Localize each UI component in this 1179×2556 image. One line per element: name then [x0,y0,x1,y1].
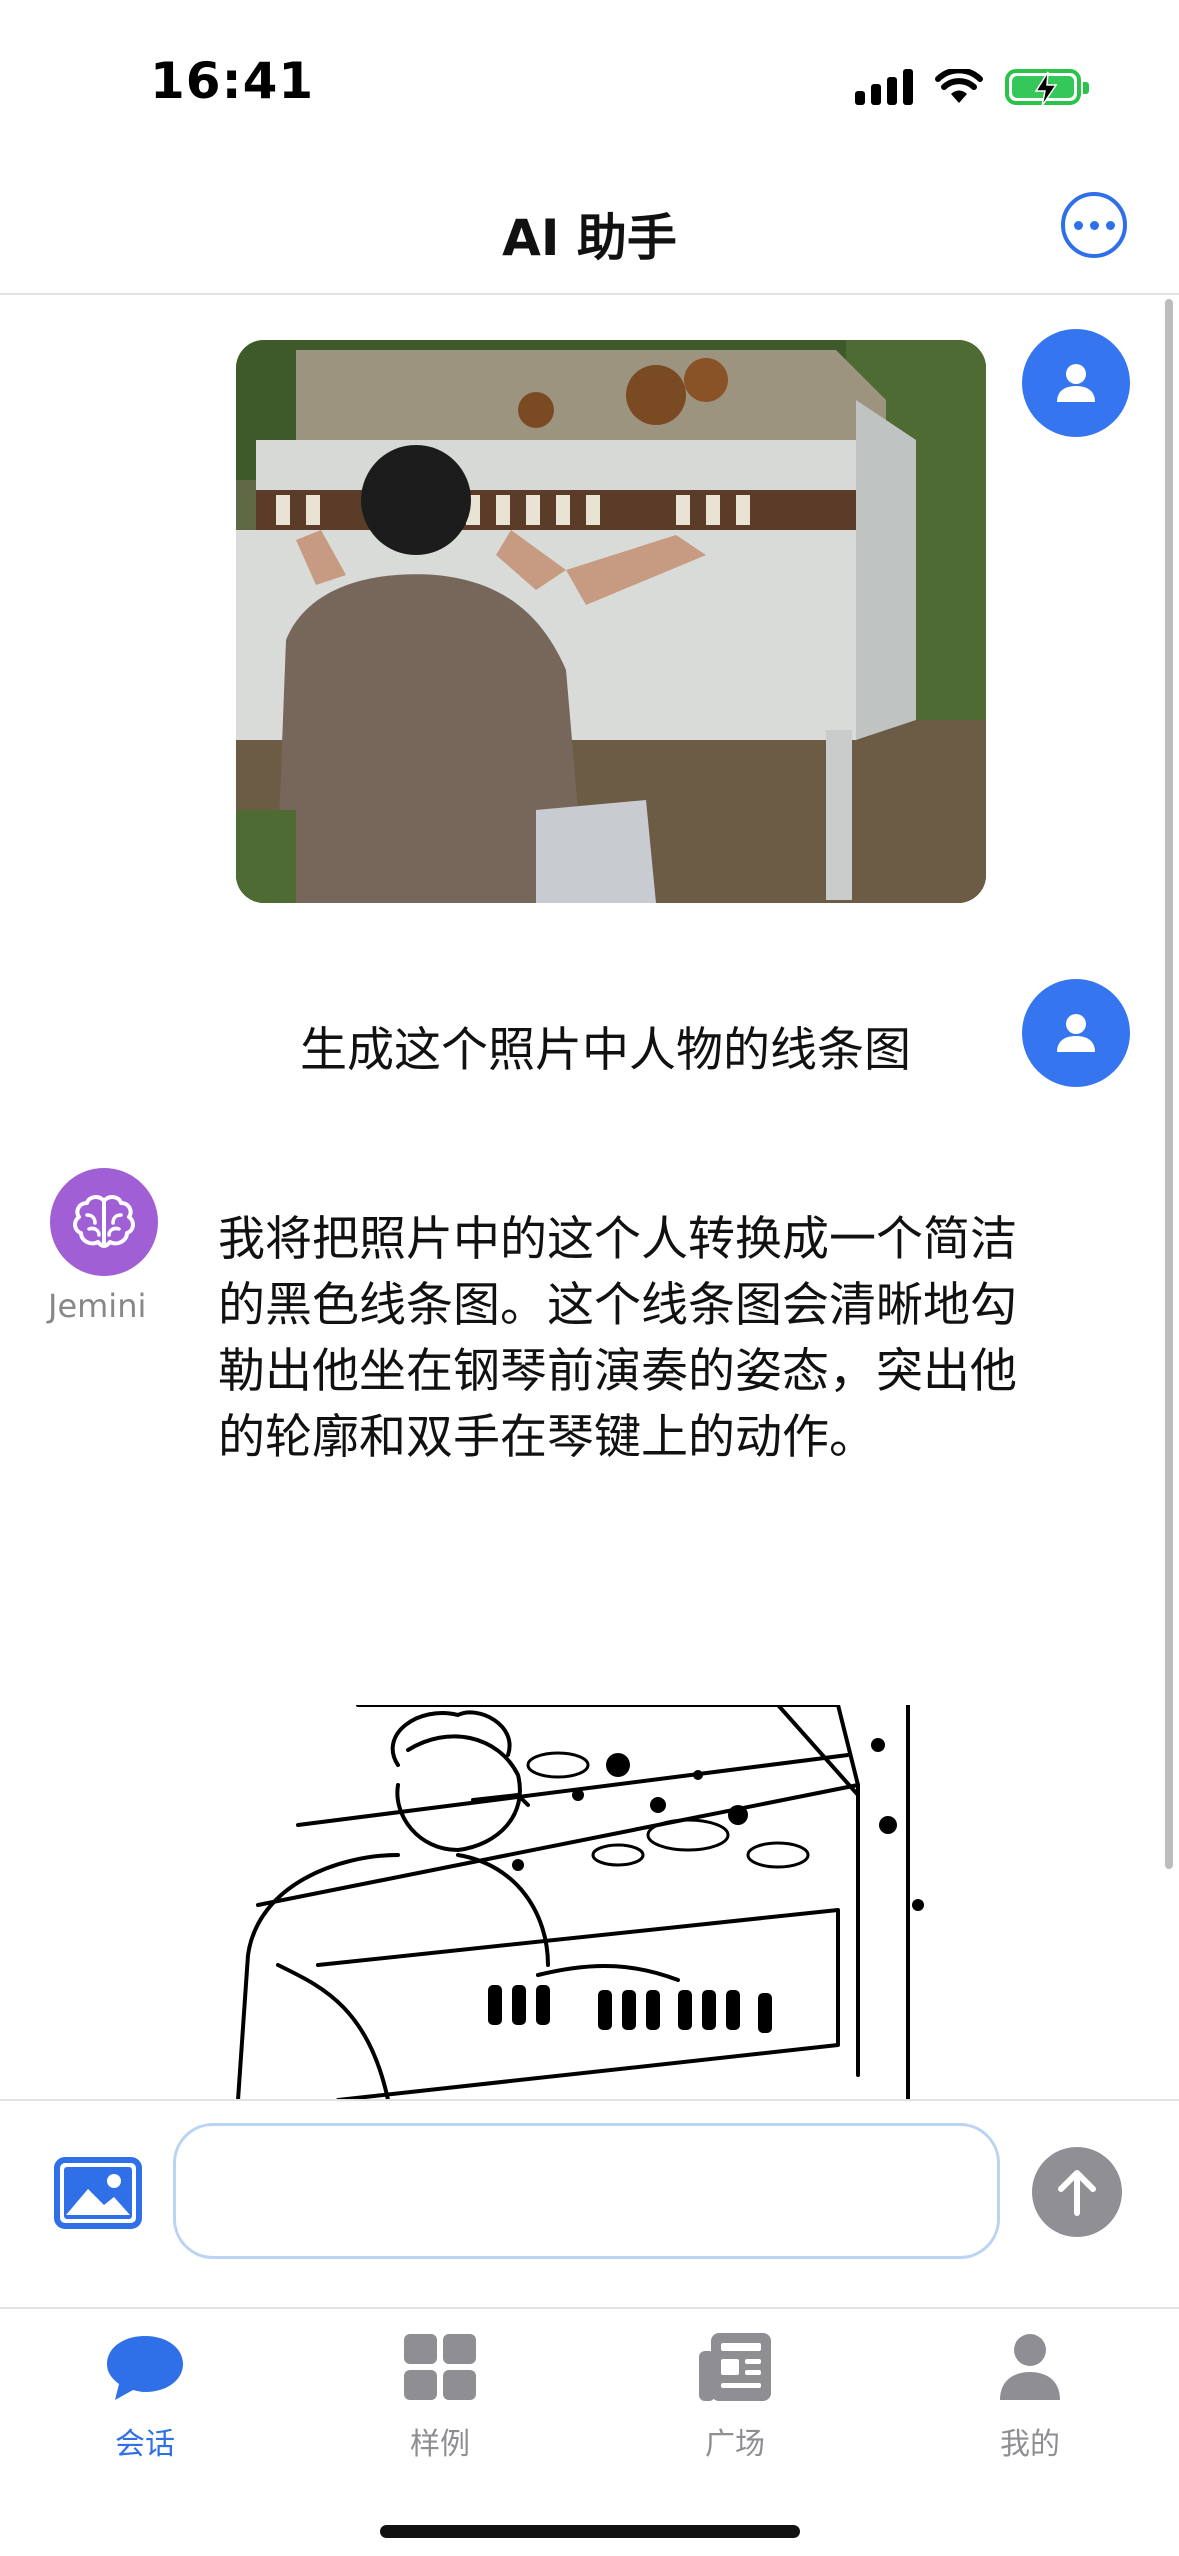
tab-label: 会话 [115,2427,175,2462]
user-avatar [1022,979,1130,1087]
person-icon [990,2329,1070,2405]
user-avatar [1022,329,1130,437]
ai-name-label: Jemini [48,1287,147,1325]
tab-bar: 会话 样例 广场 我的 [0,2307,1179,2556]
wifi-icon [935,69,983,103]
cellular-signal-icon [855,69,913,105]
tab-chat[interactable]: 会话 [45,2329,245,2463]
tab-label: 广场 [705,2427,765,2462]
person-icon [1057,1014,1095,1052]
message-input[interactable] [173,2123,1000,2259]
send-button[interactable] [1032,2147,1122,2237]
tab-examples[interactable]: 样例 [340,2329,540,2463]
lineart-drawing [236,1705,924,2099]
nav-header: AI 助手 [0,170,1179,295]
battery-charging-icon [1005,69,1089,107]
arrow-up-icon [1058,2170,1096,2216]
newspaper-icon [695,2329,775,2405]
status-time: 16:41 [150,52,315,110]
ai-generated-lineart-image[interactable] [218,1705,978,2099]
tab-square[interactable]: 广场 [635,2329,835,2463]
more-options-button[interactable] [1061,192,1127,258]
tab-label: 我的 [1000,2427,1060,2462]
piano-photo [236,340,986,903]
chat-bubble-icon [105,2329,185,2405]
ai-avatar [50,1168,158,1276]
more-options-icon [1073,220,1083,230]
brain-icon [73,1195,135,1248]
user-photo-message[interactable] [236,340,986,903]
image-icon [54,2157,142,2229]
page-title: AI 助手 [502,209,677,267]
image-picker-button[interactable] [54,2157,142,2229]
chat-area[interactable]: 生成这个照片中人物的线条图 Jemini 我将把照片中的这个人转换成一个简洁的黑… [0,297,1179,2099]
home-indicator [380,2525,800,2538]
grid-icon [400,2329,480,2405]
user-text-message: 生成这个照片中人物的线条图 [300,1023,911,1078]
screen: 16:41 AI 助手 生成这个照片中人物的线条图 Jemini 我将把照片中的… [0,0,1179,2556]
input-bar [0,2099,1179,2307]
ai-text-message: 我将把照片中的这个人转换成一个简洁的黑色线条图。这个线条图会清晰地勾勒出他坐在钢… [218,1212,1017,1465]
tab-label: 样例 [410,2427,470,2462]
person-icon [1057,364,1095,402]
status-icons [855,62,1089,112]
tab-me[interactable]: 我的 [930,2329,1130,2463]
status-bar: 16:41 [0,0,1179,170]
chat-scrollbar[interactable] [1165,299,1173,1869]
